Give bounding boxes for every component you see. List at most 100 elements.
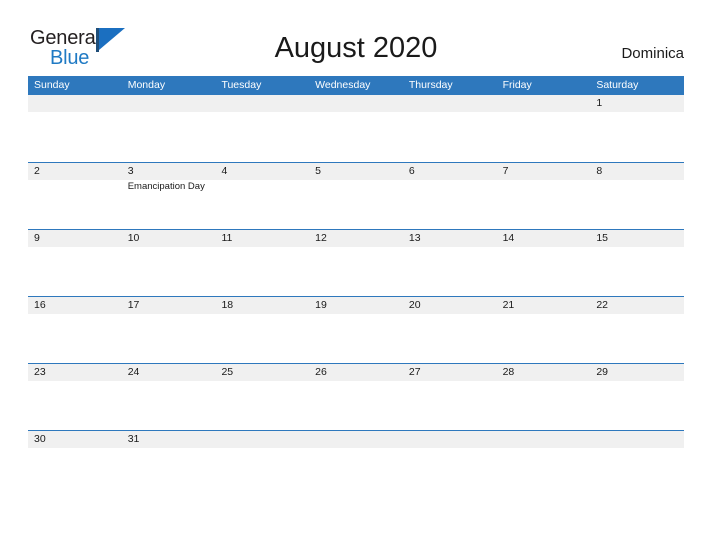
day-number-band <box>215 431 310 448</box>
calendar-day-cell[interactable]: 7 <box>496 163 591 229</box>
calendar-day-cell[interactable]: 10 <box>121 230 216 296</box>
calendar-day-cell[interactable]: 9 <box>28 230 122 296</box>
calendar-day-cell-empty <box>402 431 497 497</box>
day-number: 26 <box>315 366 327 378</box>
day-number: 2 <box>34 165 40 177</box>
calendar-day-cell-empty <box>402 95 497 162</box>
day-number: 8 <box>596 165 603 177</box>
calendar-day-cell[interactable]: 23 <box>28 364 122 430</box>
calendar-day-cell[interactable]: 16 <box>28 297 122 363</box>
calendar-week-row: 23 24 25 26 27 28 29 <box>28 363 685 430</box>
day-number-band <box>402 163 497 180</box>
calendar-day-cell-empty <box>215 431 310 497</box>
day-number-band <box>402 431 497 448</box>
page-title: August 2020 <box>274 32 438 64</box>
calendar-grid: Sunday Monday Tuesday Wednesday Thursday… <box>28 76 685 497</box>
weekday-header-saturday: Saturday <box>596 79 639 91</box>
calendar-day-cell[interactable]: 8 <box>590 163 685 229</box>
calendar-day-cell[interactable]: 17 <box>121 297 216 363</box>
day-number-band <box>215 163 310 180</box>
day-number-band <box>28 163 122 180</box>
calendar-day-cell[interactable]: 15 <box>590 230 685 296</box>
day-number: 15 <box>596 232 608 244</box>
calendar-weeks: 1 2 3 Emancipation Day 4 5 6 7 8 9 10 11 12 13 14 15 16 1… <box>28 95 685 497</box>
day-number: 4 <box>221 165 228 177</box>
calendar-day-cell[interactable]: 22 <box>590 297 685 363</box>
day-number-band <box>496 95 591 112</box>
day-number: 10 <box>127 232 140 244</box>
calendar-day-cell[interactable]: 25 <box>215 364 310 430</box>
day-number: 6 <box>408 165 415 177</box>
calendar-day-cell[interactable]: 26 <box>309 364 403 430</box>
day-number-band <box>28 230 122 247</box>
calendar-day-cell[interactable]: 28 <box>496 364 591 430</box>
weekday-header-sunday: Sunday <box>34 79 70 91</box>
weekday-header-monday: Monday <box>127 79 166 91</box>
day-number: 25 <box>221 366 234 378</box>
weekday-header-thursday: Thursday <box>408 79 453 91</box>
calendar-day-cell-empty <box>496 95 591 162</box>
day-number-band <box>121 163 216 180</box>
calendar-day-cell[interactable]: 2 <box>28 163 122 229</box>
calendar-day-cell[interactable]: 19 <box>309 297 403 363</box>
calendar-day-cell[interactable]: 20 <box>402 297 497 363</box>
calendar-day-cell[interactable]: 4 <box>215 163 310 229</box>
day-number-band <box>590 431 685 448</box>
day-number: 20 <box>408 299 421 311</box>
day-number: 27 <box>408 366 421 378</box>
day-number: 24 <box>127 366 140 378</box>
day-number-band <box>309 163 403 180</box>
calendar-day-cell[interactable]: 24 <box>121 364 216 430</box>
day-number-band <box>496 431 591 448</box>
calendar-day-cell[interactable]: 14 <box>496 230 591 296</box>
day-number: 30 <box>34 433 46 445</box>
day-number: 18 <box>221 299 234 311</box>
day-number: 11 <box>221 232 233 244</box>
calendar-day-cell[interactable]: 31 <box>121 431 216 497</box>
day-number: 5 <box>315 165 321 177</box>
calendar-day-cell[interactable]: 12 <box>309 230 403 296</box>
day-number: 29 <box>596 366 608 378</box>
day-number-band <box>28 95 122 112</box>
day-number: 22 <box>596 299 608 311</box>
calendar-day-cell[interactable]: 1 <box>590 95 685 162</box>
weekday-header-friday: Friday <box>502 79 532 91</box>
day-number: 23 <box>34 366 46 378</box>
calendar-day-cell-empty <box>28 95 122 162</box>
day-number: 1 <box>596 97 603 109</box>
calendar-day-cell-empty <box>496 431 591 497</box>
weekday-header-wednesday: Wednesday <box>315 79 371 91</box>
day-number: 31 <box>127 433 140 445</box>
day-number: 12 <box>315 232 327 244</box>
calendar-day-cell[interactable]: 6 <box>402 163 497 229</box>
calendar-day-cell[interactable]: 5 <box>309 163 403 229</box>
calendar-page: General Blue August 2020 Dominica Sunday… <box>0 0 712 550</box>
calendar-day-cell-empty <box>590 431 685 497</box>
day-number-band <box>309 431 403 448</box>
day-number: 19 <box>315 299 327 311</box>
calendar-day-cell[interactable]: 21 <box>496 297 591 363</box>
calendar-day-cell[interactable]: 29 <box>590 364 685 430</box>
day-number: 9 <box>34 232 40 244</box>
calendar-week-row: 1 <box>28 95 685 162</box>
day-number-band <box>590 163 685 180</box>
day-number: 28 <box>502 366 515 378</box>
calendar-day-cell[interactable]: 11 <box>215 230 310 296</box>
calendar-day-cell[interactable]: 3 Emancipation Day <box>121 163 216 229</box>
day-number-band <box>496 163 591 180</box>
calendar-day-cell[interactable]: 30 <box>28 431 122 497</box>
calendar-day-cell[interactable]: 18 <box>215 297 310 363</box>
day-number: 17 <box>127 299 140 311</box>
holiday-label: Emancipation Day <box>127 181 205 192</box>
day-number-band <box>309 95 403 112</box>
page-header: General Blue August 2020 Dominica <box>0 0 712 76</box>
weekday-header-tuesday: Tuesday <box>221 79 262 91</box>
country-label: Dominica <box>621 45 684 62</box>
calendar-day-cell[interactable]: 27 <box>402 364 497 430</box>
day-number: 13 <box>408 232 421 244</box>
calendar-day-cell-empty <box>215 95 310 162</box>
day-number-band <box>215 95 310 112</box>
calendar-day-cell[interactable]: 13 <box>402 230 497 296</box>
day-number: 7 <box>502 165 509 177</box>
calendar-week-row: 9 10 11 12 13 14 15 <box>28 229 685 296</box>
